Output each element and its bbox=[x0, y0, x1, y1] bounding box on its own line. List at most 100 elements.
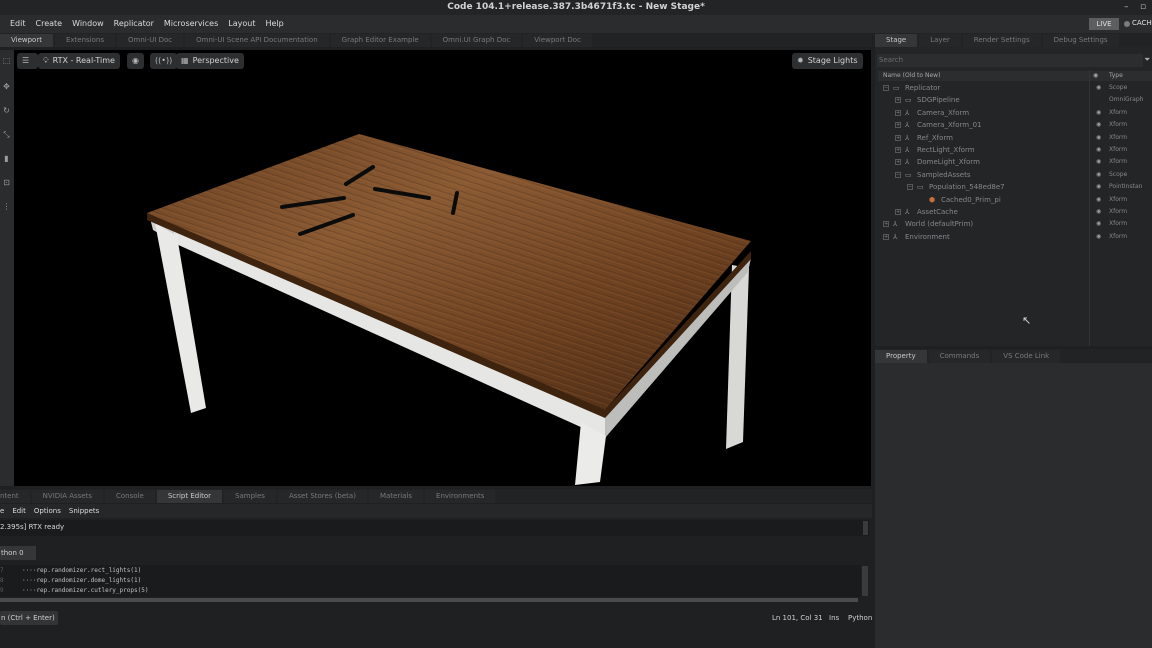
menu-replicator[interactable]: Replicator bbox=[109, 15, 159, 33]
expand-toggle-icon[interactable]: + bbox=[883, 233, 889, 240]
tab-omni-ui-scene-api[interactable]: Omni-UI Scene API Documentation bbox=[185, 34, 329, 47]
expand-toggle-icon[interactable]: + bbox=[895, 97, 901, 104]
visibility-eye-icon[interactable]: ◉ bbox=[1096, 181, 1101, 193]
column-name[interactable]: Name (Old to New) bbox=[883, 72, 940, 79]
pivot-tool-icon[interactable]: ⊡ bbox=[1, 178, 12, 188]
tab-debug-settings[interactable]: Debug Settings bbox=[1042, 34, 1119, 47]
tab-omni-ui-graph-doc[interactable]: Omni.UI Graph Doc bbox=[431, 34, 522, 47]
tab-commands[interactable]: Commands bbox=[928, 350, 991, 363]
expand-toggle-icon[interactable]: + bbox=[883, 221, 889, 228]
stage-lights-button[interactable]: ✹ Stage Lights bbox=[792, 53, 863, 69]
display-options-button[interactable]: ◉ bbox=[127, 53, 144, 69]
xform-icon: ⅄ bbox=[893, 232, 898, 241]
camera-button[interactable]: ▦ Perspective bbox=[176, 53, 244, 69]
tab-viewport-doc[interactable]: Viewport Doc bbox=[523, 34, 592, 47]
menu-edit[interactable]: Edit bbox=[0, 15, 31, 33]
stage-tree-row[interactable]: + ⅄ AssetCache ◉ Xform bbox=[878, 206, 1152, 218]
visibility-eye-icon[interactable]: ◉ bbox=[1096, 82, 1101, 94]
expand-toggle-icon[interactable]: + bbox=[895, 134, 901, 141]
expand-toggle-icon[interactable]: + bbox=[895, 122, 901, 129]
script-menu-options[interactable]: Options bbox=[30, 507, 65, 515]
menu-microservices[interactable]: Microservices bbox=[159, 15, 223, 33]
cache-label[interactable]: CACH bbox=[1132, 19, 1152, 27]
tab-render-settings[interactable]: Render Settings bbox=[962, 34, 1041, 47]
maximize-icon[interactable]: ▫ bbox=[1140, 0, 1146, 14]
tab-console[interactable]: Console bbox=[105, 490, 155, 503]
audio-toggle-button[interactable]: ((•)) bbox=[150, 53, 178, 69]
stage-tree-row[interactable]: + ▭ SDGPipeline OmniGraph bbox=[878, 94, 1152, 106]
tab-extensions[interactable]: Extensions bbox=[54, 34, 115, 47]
stage-tree-row[interactable]: − ▭ Replicator ◉ Scope bbox=[878, 82, 1152, 94]
snap-tool-icon[interactable]: ▮ bbox=[1, 154, 12, 164]
minimize-icon[interactable]: – bbox=[1124, 0, 1129, 14]
expand-toggle-icon[interactable]: + bbox=[895, 147, 901, 153]
stage-tree-row[interactable]: + ⅄ RectLight_Xform ◉ Xform bbox=[878, 144, 1152, 156]
expand-toggle-icon[interactable]: − bbox=[883, 85, 889, 91]
stage-search-input[interactable]: Search bbox=[877, 54, 1143, 67]
code-editor[interactable]: 7 ····rep.randomizer.rect_lights(1) 8 ····… bbox=[0, 565, 861, 597]
move-tool-icon[interactable]: ✥ bbox=[1, 82, 12, 92]
code-scrollbar-horizontal[interactable] bbox=[0, 598, 858, 602]
filter-icon[interactable]: ⏷ bbox=[1144, 55, 1150, 65]
tab-materials[interactable]: Materials bbox=[368, 490, 424, 503]
tab-nvidia-assets[interactable]: NVIDIA Assets bbox=[31, 490, 104, 503]
stage-tree-row[interactable]: + ⅄ DomeLight_Xform ◉ Xform bbox=[878, 156, 1152, 168]
script-menu-file[interactable]: e bbox=[0, 507, 8, 515]
tab-viewport[interactable]: Viewport bbox=[0, 34, 53, 47]
stage-tree-row[interactable]: + ⅄ Ref_Xform ◉ Xform bbox=[878, 132, 1152, 144]
console-scrollbar[interactable] bbox=[863, 521, 868, 535]
visibility-eye-icon[interactable]: ◉ bbox=[1096, 194, 1101, 206]
select-tool-icon[interactable]: ⬚ bbox=[1, 56, 12, 66]
visibility-eye-icon[interactable]: ◉ bbox=[1096, 169, 1101, 181]
tab-content[interactable]: ntent bbox=[0, 490, 30, 503]
viewport-settings-button[interactable]: ☰ bbox=[17, 53, 39, 69]
code-line: 9 ····rep.randomizer.cutlery_props(5) bbox=[0, 586, 148, 596]
stage-tree-row[interactable]: + ⅄ World (defaultPrim) ◉ Xform bbox=[878, 218, 1152, 230]
script-tab-python[interactable]: thon 0 bbox=[0, 546, 36, 560]
tab-vs-code-link[interactable]: VS Code Link bbox=[992, 350, 1061, 363]
stage-tree-row[interactable]: − ▭ SampledAssets ◉ Scope bbox=[878, 169, 1152, 181]
run-button[interactable]: n (Ctrl + Enter) bbox=[0, 611, 58, 625]
stage-tree-row[interactable]: + ⅄ Environment ◉ Xform bbox=[878, 231, 1152, 243]
stage-tree-row[interactable]: ⬢ Cached0_Prim_pi ◉ Xform bbox=[878, 194, 1152, 206]
tab-property[interactable]: Property bbox=[875, 350, 927, 363]
visibility-eye-icon[interactable]: ◉ bbox=[1096, 156, 1101, 168]
rotate-tool-icon[interactable]: ↻ bbox=[1, 106, 12, 116]
tab-samples[interactable]: Samples bbox=[224, 490, 276, 503]
menu-create[interactable]: Create bbox=[31, 15, 68, 33]
expand-toggle-icon[interactable]: − bbox=[895, 171, 901, 178]
visibility-eye-icon[interactable]: ◉ bbox=[1096, 119, 1101, 131]
tab-asset-stores[interactable]: Asset Stores (beta) bbox=[277, 490, 367, 503]
code-scrollbar-vertical[interactable] bbox=[862, 566, 868, 596]
menu-help[interactable]: Help bbox=[260, 15, 288, 33]
tab-environments[interactable]: Environments bbox=[425, 490, 496, 503]
tab-stage[interactable]: Stage bbox=[875, 34, 918, 47]
tab-omni-ui-doc[interactable]: Omni-UI Doc bbox=[116, 34, 184, 47]
viewport-canvas[interactable] bbox=[14, 50, 871, 486]
visibility-eye-icon[interactable]: ◉ bbox=[1096, 206, 1101, 218]
live-badge[interactable]: LIVE bbox=[1089, 18, 1119, 30]
tab-layer[interactable]: Layer bbox=[919, 34, 961, 47]
scale-tool-icon[interactable]: ⤡ bbox=[1, 130, 12, 140]
column-type[interactable]: Type bbox=[1109, 72, 1123, 79]
script-menu-edit[interactable]: Edit bbox=[8, 507, 30, 515]
visibility-eye-icon[interactable]: ◉ bbox=[1096, 132, 1101, 144]
expand-toggle-icon[interactable]: + bbox=[895, 209, 901, 215]
script-menu-snippets[interactable]: Snippets bbox=[65, 507, 103, 515]
expand-toggle-icon[interactable]: − bbox=[907, 184, 913, 191]
render-mode-button[interactable]: 💡︎ RTX - Real-Time bbox=[38, 53, 120, 69]
visibility-eye-icon[interactable]: ◉ bbox=[1096, 218, 1101, 230]
menu-window[interactable]: Window bbox=[67, 15, 109, 33]
tab-script-editor[interactable]: Script Editor bbox=[156, 490, 223, 503]
stage-tree-row[interactable]: + ⅄ Camera_Xform_01 ◉ Xform bbox=[878, 119, 1152, 131]
stage-tree-row[interactable]: + ⅄ Camera_Xform ◉ Xform bbox=[878, 107, 1152, 119]
visibility-eye-icon[interactable]: ◉ bbox=[1096, 231, 1101, 243]
visibility-eye-icon[interactable]: ◉ bbox=[1096, 144, 1101, 156]
more-tools-icon[interactable]: ⋮ bbox=[1, 202, 12, 212]
menu-layout[interactable]: Layout bbox=[223, 15, 260, 33]
stage-tree-row[interactable]: − ▭ Population_548ed8e7 ◉ PointInstan bbox=[878, 181, 1152, 193]
expand-toggle-icon[interactable]: + bbox=[895, 109, 901, 116]
tab-graph-editor-example[interactable]: Graph Editor Example bbox=[330, 34, 430, 47]
visibility-eye-icon[interactable]: ◉ bbox=[1096, 107, 1101, 119]
expand-toggle-icon[interactable]: + bbox=[895, 159, 901, 166]
